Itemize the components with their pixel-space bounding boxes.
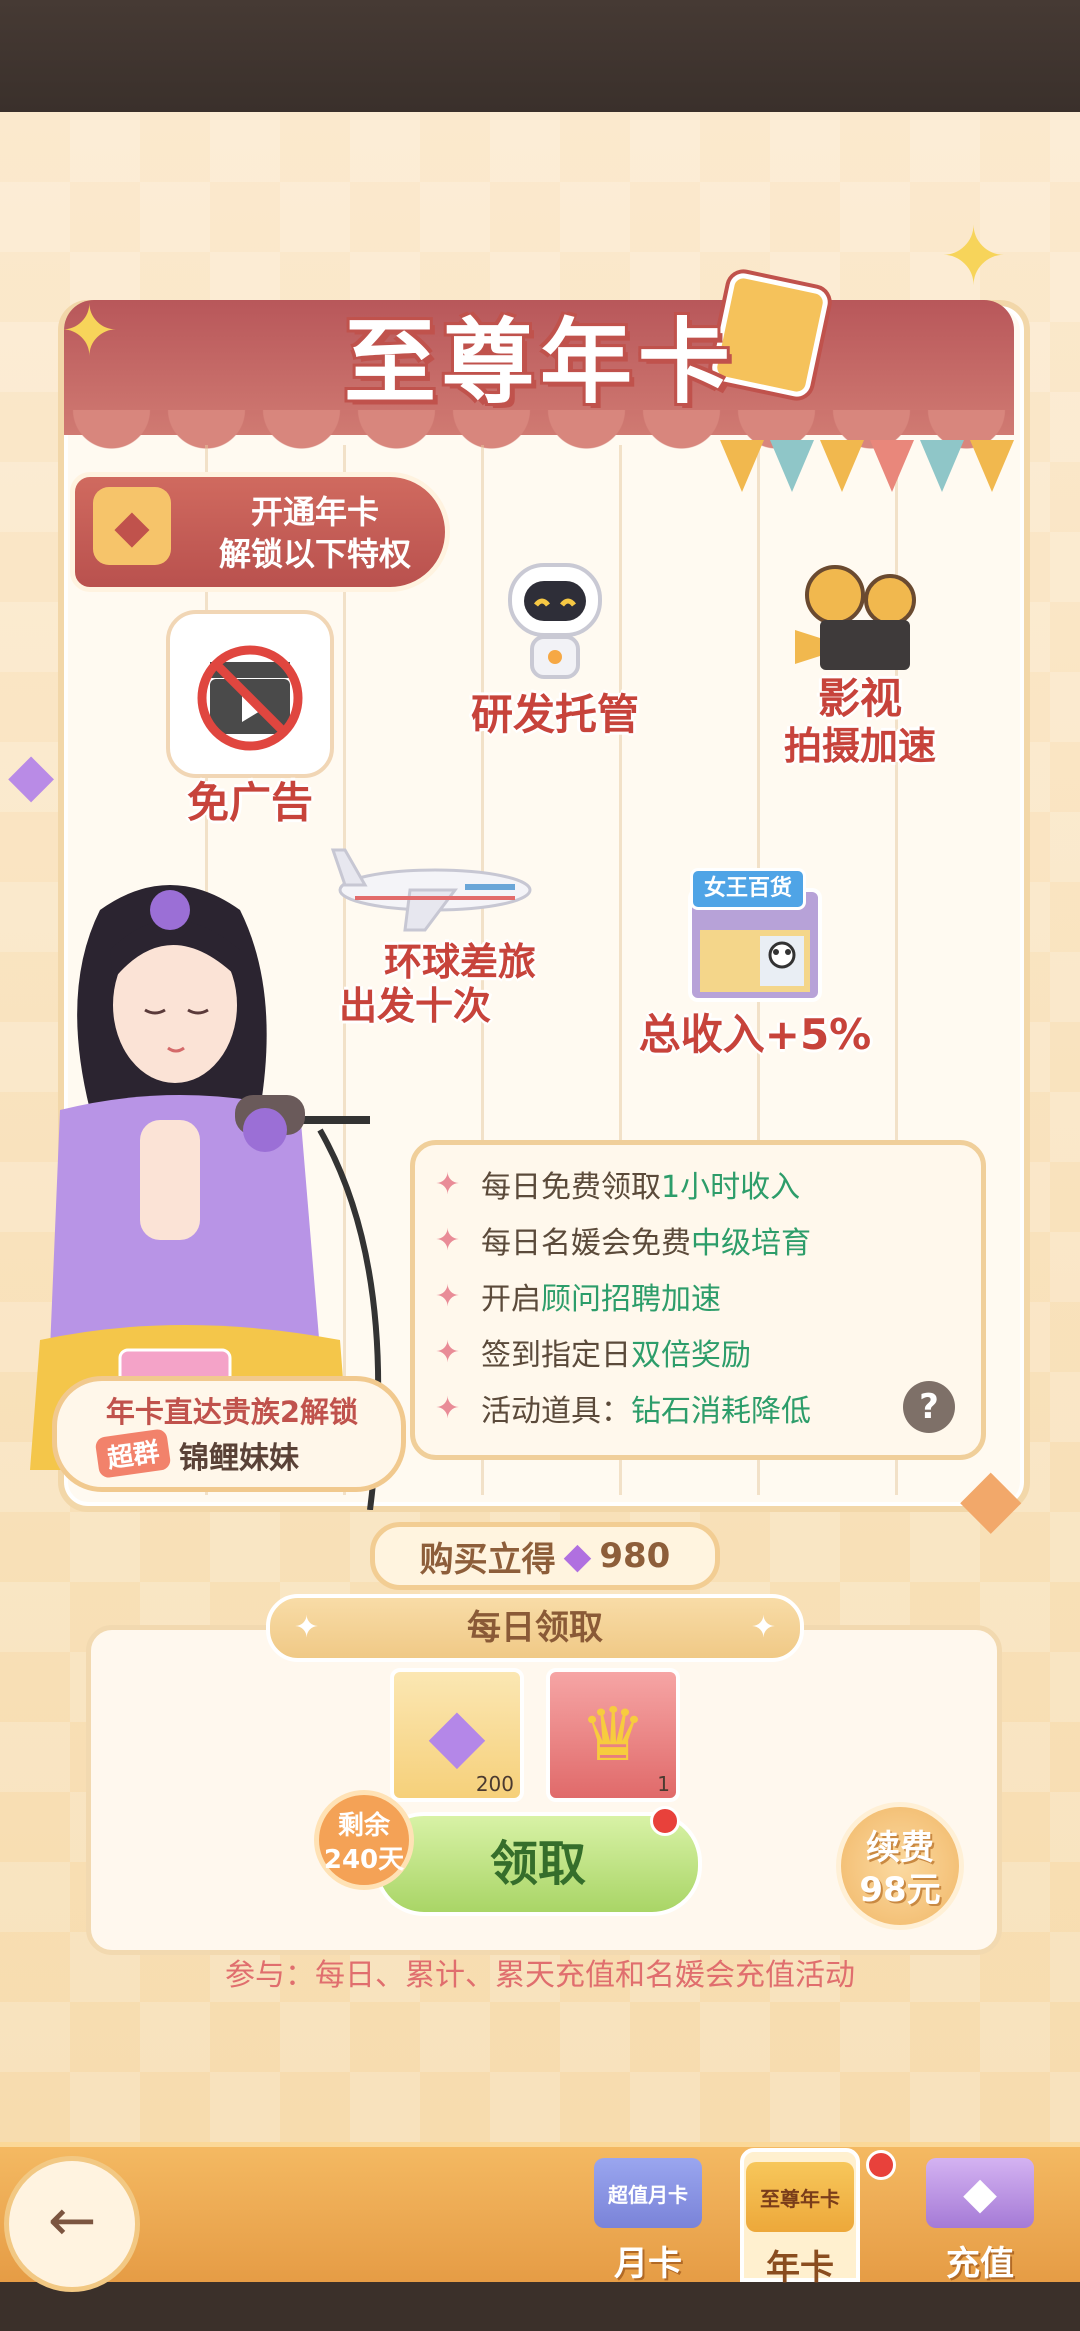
purchase-amount: 980 <box>599 1536 671 1576</box>
star-bullet-icon: ✦ <box>435 1222 461 1258</box>
benefit-text: 每日名媛会免费 <box>481 1226 691 1261</box>
renew-label: 续费 <box>866 1828 934 1868</box>
perk-no-ads: 免广告 <box>150 610 350 828</box>
ribbon-line1: 开通年卡 <box>250 493 379 531</box>
bunting-flags <box>720 440 1020 520</box>
diamond-decoration-icon: ◆ <box>8 740 55 810</box>
tab-label: 充值 <box>946 2244 1014 2284</box>
purchase-reward-bar: 购买立得 ◆ 980 <box>370 1522 720 1590</box>
reward-count: 1 <box>657 1772 670 1796</box>
tab-annual-card[interactable]: 至尊年卡 年卡 <box>740 2148 860 2288</box>
star-bullet-icon: ✦ <box>435 1166 461 1202</box>
crown-icon: ♛ <box>579 1692 647 1778</box>
perk-label: 研发托管 <box>470 690 639 739</box>
nav-footer <box>0 2282 1080 2331</box>
benefits-box: ✦ 每日免费领取 1小时收入 ✦ 每日名媛会免费 中级培育 ✦ 开启 顾问招聘加速 ✦… <box>410 1140 986 1460</box>
sparkle-icon: ✦ <box>750 1610 776 1645</box>
robot-icon <box>485 540 625 690</box>
unlock-text: 年卡直达贵族2解锁 <box>105 1395 359 1429</box>
page-title: 至尊年卡 <box>343 309 736 416</box>
reward-count: 200 <box>475 1772 514 1796</box>
daily-claim-header: ✦ 每日领取 ✦ <box>266 1594 804 1662</box>
benefit-text: 签到指定日 <box>481 1338 631 1373</box>
benefit-highlight: 钻石消耗降低 <box>631 1394 811 1429</box>
benefit-row: ✦ 开启 顾问招聘加速 <box>435 1271 721 1321</box>
renew-button[interactable]: 续费 98元 <box>836 1802 964 1930</box>
bottom-nav <box>0 2142 1080 2287</box>
tab-label: 年卡 <box>766 2248 834 2288</box>
rarity-tag: 超群 <box>94 1428 172 1479</box>
noble-unlock-badge: 年卡直达贵族2解锁 超群 锦鲤妹妹 <box>52 1376 406 1492</box>
top-status-bar <box>0 0 1080 112</box>
benefit-highlight: 双倍奖励 <box>631 1338 751 1373</box>
notification-dot <box>866 2150 896 2180</box>
perk-label: 免广告 <box>186 778 313 827</box>
remaining-days-badge: 剩余 240天 <box>314 1790 414 1890</box>
benefit-row: ✦ 签到指定日 双倍奖励 <box>435 1327 751 1377</box>
perk-label: 总收入+5% <box>638 1010 872 1059</box>
reward-item-diamond[interactable]: ◆ 200 <box>390 1668 524 1802</box>
monthly-card-icon: 超值月卡 <box>594 2158 702 2228</box>
store-sign: 女王百货 <box>690 868 806 910</box>
perk-label: 影视 <box>817 674 902 723</box>
help-button[interactable]: ? <box>903 1381 955 1433</box>
benefit-text: 每日免费领取 <box>481 1170 661 1205</box>
benefit-highlight: 中级培育 <box>691 1226 811 1261</box>
diamond-decoration-icon: ◆ <box>960 1450 1022 1543</box>
star-bullet-icon: ✦ <box>435 1278 461 1314</box>
ribbon-line2: 解锁以下特权 <box>218 535 411 573</box>
perk-income: 女王百货 总收入+5% <box>630 860 880 1060</box>
purchase-label: 购买立得 <box>419 1539 556 1580</box>
benefit-highlight: 顾问招聘加速 <box>541 1282 721 1317</box>
diamond-icon: ◆ <box>428 1692 486 1778</box>
back-arrow-icon: ← <box>47 2186 97 2254</box>
sparkle-icon: ✦ <box>294 1610 320 1645</box>
no-ads-clapper-icon <box>166 610 334 778</box>
perk-film-speedup: 影视 拍摄加速 <box>760 560 960 768</box>
annual-card-icon: 至尊年卡 <box>746 2162 854 2232</box>
remaining-days: 240天 <box>323 1845 405 1875</box>
gem-icon: ◆ <box>93 487 171 565</box>
unlock-ribbon: ◆ 开通年卡 解锁以下特权 <box>70 472 450 592</box>
renew-price: 98元 <box>859 1870 941 1910</box>
store-icon: 女王百货 <box>670 860 840 1010</box>
remaining-label: 剩余 <box>337 1811 390 1841</box>
diamond-icon: ◆ <box>563 1535 592 1577</box>
perk-label-line2: 拍摄加速 <box>783 724 936 768</box>
diamond-chest-icon: ◆ <box>926 2158 1034 2228</box>
notification-dot <box>650 1806 680 1836</box>
benefit-text: 活动道具： <box>481 1394 631 1429</box>
star-bullet-icon: ✦ <box>435 1390 461 1426</box>
benefit-row: ✦ 活动道具： 钻石消耗降低 <box>435 1383 811 1433</box>
back-button[interactable]: ← <box>4 2156 140 2292</box>
film-projector-icon <box>780 560 940 680</box>
benefit-row: ✦ 每日免费领取 1小时收入 <box>435 1159 800 1209</box>
tab-label: 月卡 <box>614 2244 682 2284</box>
daily-title: 每日领取 <box>467 1608 603 1648</box>
reward-item-crown[interactable]: ♛ 1 <box>546 1668 680 1802</box>
perk-rd-hosting: 研发托管 <box>440 540 670 740</box>
participation-note: 参与：每日、累计、累天充值和名媛会充值活动 <box>225 1958 855 1993</box>
tab-monthly-card[interactable]: 超值月卡 月卡 <box>588 2148 708 2284</box>
tab-recharge[interactable]: ◆ 充值 <box>920 2148 1040 2284</box>
character-name: 锦鲤妹妹 <box>179 1441 299 1476</box>
star-bullet-icon: ✦ <box>435 1334 461 1370</box>
sparkle-icon: ✦ <box>940 210 1008 303</box>
benefit-row: ✦ 每日名媛会免费 中级培育 <box>435 1215 811 1265</box>
benefit-text: 开启 <box>481 1282 541 1317</box>
benefit-highlight: 1小时收入 <box>661 1170 801 1205</box>
sparkle-icon: ✦ <box>60 290 119 372</box>
